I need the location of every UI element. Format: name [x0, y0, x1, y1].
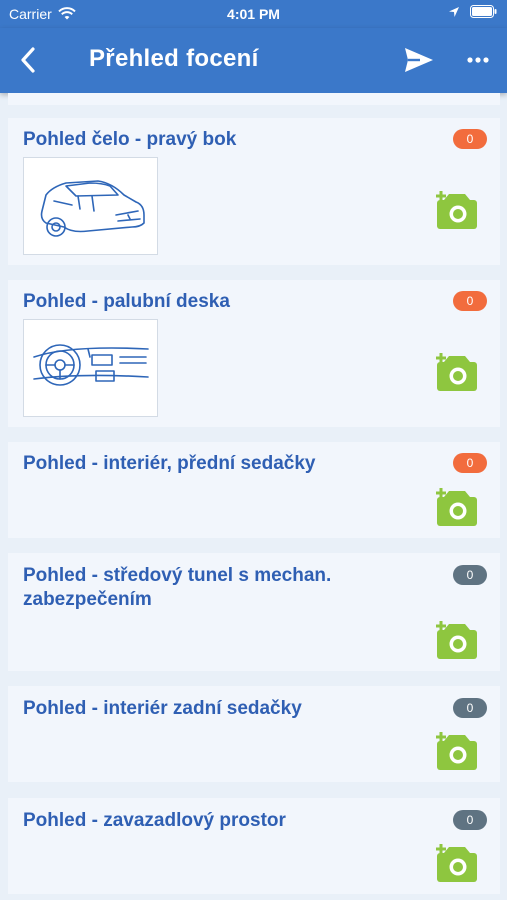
item-title: Pohled - palubní deska	[23, 291, 230, 312]
list-item[interactable]: Pohled - interiér zadní sedačky 0	[8, 686, 500, 782]
photo-count-badge: 0	[453, 291, 487, 311]
status-bar: Carrier 4:01 PM	[0, 0, 507, 28]
page-title: Přehled focení	[89, 45, 259, 72]
list-item[interactable]: Pohled čelo - pravý bok 0	[8, 118, 500, 265]
add-photo-icon[interactable]	[435, 487, 479, 527]
location-arrow-icon	[449, 6, 459, 17]
send-icon[interactable]	[402, 44, 436, 76]
photo-count-badge: 0	[453, 453, 487, 473]
car-front-side-image	[23, 157, 158, 255]
more-button[interactable]	[462, 46, 494, 74]
item-title: Pohled - zavazadlový prostor	[23, 810, 286, 831]
photo-count-badge: 0	[453, 129, 487, 149]
add-photo-icon[interactable]	[435, 620, 479, 660]
add-photo-icon[interactable]	[435, 190, 479, 230]
list-item-partial	[8, 93, 500, 105]
nav-bar: Přehled focení	[0, 28, 507, 93]
battery-icon	[470, 5, 497, 18]
item-title: Pohled - středový tunel s mechan. zabezp…	[23, 565, 332, 610]
item-title: Pohled čelo - pravý bok	[23, 129, 237, 150]
status-right	[448, 5, 497, 18]
item-title: Pohled - interiér zadní sedačky	[23, 698, 302, 719]
photo-count-badge: 0	[453, 810, 487, 830]
add-photo-icon[interactable]	[435, 731, 479, 771]
list-item[interactable]: Pohled - zavazadlový prostor 0	[8, 798, 500, 894]
list-item[interactable]: Pohled - interiér, přední sedačky 0	[8, 442, 500, 538]
photo-count-badge: 0	[453, 565, 487, 585]
back-button[interactable]	[10, 42, 46, 78]
dashboard-image	[23, 319, 158, 417]
add-photo-icon[interactable]	[435, 352, 479, 392]
list-item[interactable]: Pohled - palubní deska 0	[8, 280, 500, 427]
chevron-left-icon	[21, 47, 35, 73]
photo-count-badge: 0	[453, 698, 487, 718]
list-item[interactable]: Pohled - středový tunel s mechan. zabezp…	[8, 553, 500, 671]
photo-list: Pohled čelo - pravý bok 0 Pohled - palub…	[0, 93, 507, 900]
more-horizontal-icon	[467, 57, 489, 63]
item-title: Pohled - interiér, přední sedačky	[23, 453, 316, 474]
add-photo-icon[interactable]	[435, 843, 479, 883]
status-time: 4:01 PM	[227, 6, 280, 22]
